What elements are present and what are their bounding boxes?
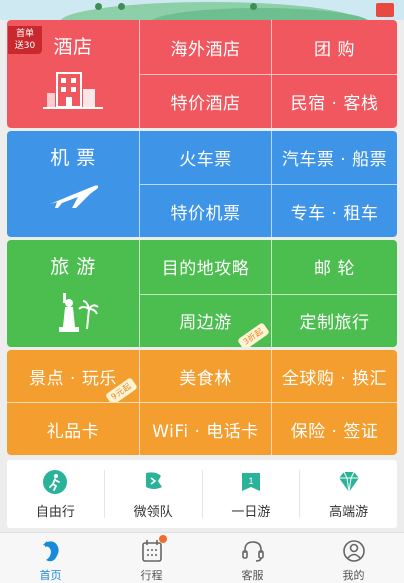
tree-icon <box>95 3 102 10</box>
banner-badge <box>376 3 394 17</box>
tab-label: 行程 <box>140 569 163 582</box>
destination-guide-button[interactable]: 目的地攻略 <box>139 240 271 294</box>
tree-icon <box>250 3 257 10</box>
global-shop-button[interactable]: 全球购 · 换汇 <box>271 350 397 402</box>
travel-label: 旅 游 <box>50 256 96 278</box>
calendar-one-icon: 1 <box>241 472 260 491</box>
custom-travel-button[interactable]: 定制旅行 <box>271 293 397 347</box>
shortcut-label: 高端游 <box>329 504 369 520</box>
flight-button[interactable]: 机 票 <box>7 131 139 237</box>
tab-customer-service[interactable]: 客服 <box>202 533 303 583</box>
tab-label: 首页 <box>39 569 62 582</box>
special-hotel-button[interactable]: 特价酒店 <box>139 74 271 128</box>
hotel-section: 酒店 海外酒店 团 购 特价酒店 民宿 · 客栈 <box>7 20 397 128</box>
car-rental-button[interactable]: 专车 · 租车 <box>271 184 397 237</box>
gift-card-button[interactable]: 礼品卡 <box>7 402 139 455</box>
notification-dot <box>159 535 167 543</box>
flight-label: 机 票 <box>50 147 96 169</box>
user-icon <box>342 540 365 562</box>
hotel-label: 酒店 <box>53 36 93 58</box>
more-services-section: 景点 · 玩乐 9元起 美食林 全球购 · 换汇 礼品卡 WiFi · 电话卡 … <box>7 350 397 455</box>
nearby-tour-button[interactable]: 周边游 3折起 <box>139 293 271 347</box>
overseas-hotel-button[interactable]: 海外酒店 <box>139 20 271 74</box>
luxury-tour-shortcut[interactable]: 高端游 <box>300 460 397 528</box>
airplane-icon <box>50 185 99 208</box>
svg-text:1: 1 <box>248 476 253 486</box>
group-buy-button[interactable]: 团 购 <box>271 20 397 74</box>
train-ticket-button[interactable]: 火车票 <box>139 131 271 184</box>
travel-button[interactable]: 旅 游 <box>7 240 139 347</box>
free-travel-shortcut[interactable]: 自由行 <box>7 460 104 528</box>
bus-ship-ticket-button[interactable]: 汽车票 · 船票 <box>271 131 397 184</box>
shortcut-label: 一日游 <box>231 504 271 520</box>
diamond-icon <box>338 471 359 492</box>
top-banner[interactable] <box>0 0 404 20</box>
tab-itinerary[interactable]: 行程 <box>101 533 202 583</box>
wifi-card-button[interactable]: WiFi · 电话卡 <box>139 402 271 455</box>
travel-section: 旅 游 目的地攻略 邮 轮 周边游 3折起 定制旅行 <box>7 240 397 347</box>
walking-person-icon <box>43 469 68 494</box>
day-tour-shortcut[interactable]: 1 一日游 <box>203 460 300 528</box>
flight-section: 机 票 火车票 汽车票 · 船票 特价机票 专车 · 租车 <box>7 131 397 237</box>
statue-of-liberty-icon <box>59 293 99 332</box>
food-button[interactable]: 美食林 <box>139 350 271 402</box>
flag-icon <box>146 471 163 489</box>
inn-button[interactable]: 民宿 · 客栈 <box>271 74 397 128</box>
insurance-visa-button[interactable]: 保险 · 签证 <box>271 402 397 455</box>
shortcut-label: 微领队 <box>133 504 173 520</box>
headset-icon <box>241 541 264 562</box>
tab-home[interactable]: 首页 <box>0 533 101 583</box>
tab-label: 我的 <box>342 569 365 582</box>
special-flight-button[interactable]: 特价机票 <box>139 184 271 237</box>
hotel-building-icon <box>43 72 103 109</box>
first-order-badge: 首单 送30 <box>8 26 42 54</box>
attractions-button[interactable]: 景点 · 玩乐 9元起 <box>7 350 139 406</box>
tree-icon <box>118 3 125 10</box>
cruise-button[interactable]: 邮 轮 <box>271 240 397 294</box>
discount-tag: 3折起 <box>237 322 270 347</box>
shortcut-label: 自由行 <box>35 504 75 520</box>
tab-my[interactable]: 我的 <box>303 533 404 583</box>
shortcut-bar: 自由行 微领队 1 一日游 高端游 <box>7 460 397 528</box>
mini-leader-shortcut[interactable]: 微领队 <box>105 460 202 528</box>
bottom-tab-bar: 首页 行程 客服 我的 <box>0 532 404 583</box>
tab-label: 客服 <box>241 569 264 582</box>
home-dolphin-icon <box>42 541 59 562</box>
